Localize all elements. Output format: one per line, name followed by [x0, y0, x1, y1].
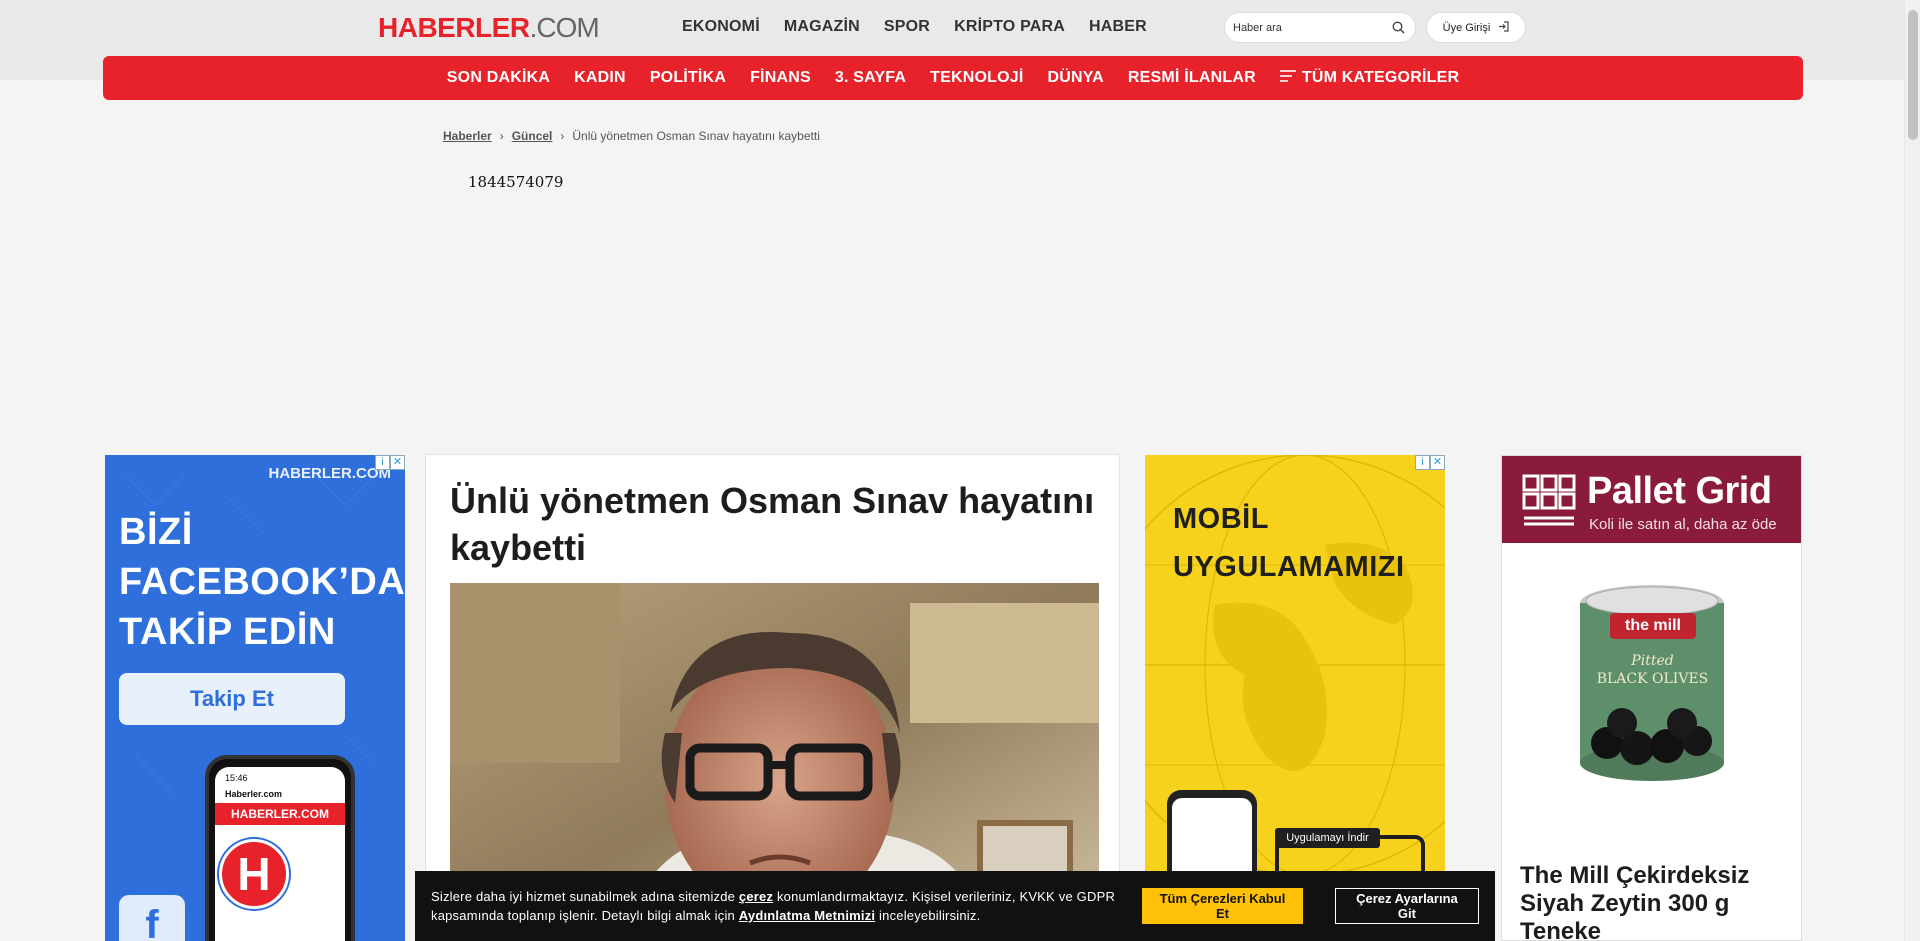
logo-suffix: .COM	[529, 12, 600, 43]
cookie-message: Sizlere daha iyi hizmet sunabilmek adına…	[431, 887, 1124, 925]
app-ad-headline-line: UYGULAMAMIZI	[1173, 551, 1405, 583]
product-brand-label: the mill	[1610, 613, 1696, 639]
category-politika[interactable]: POLİTİKA	[650, 69, 726, 87]
article-card: Ünlü yönetmen Osman Sınav hayatını kaybe…	[425, 454, 1120, 941]
cookie-text: Sizlere daha iyi hizmet sunabilmek adına…	[431, 889, 739, 904]
cookie-link[interactable]: çerez	[739, 889, 773, 904]
login-label: Üye Girişi	[1442, 21, 1491, 34]
breadcrumb-home[interactable]: Haberler	[443, 129, 492, 143]
pallet-brand: Pallet Grid	[1587, 470, 1772, 512]
ad-info-icon[interactable]: i	[375, 455, 390, 470]
top-nav: EKONOMİ MAGAZİN SPOR KRİPTO PARA HABER	[682, 18, 1147, 36]
ad-brand: HABERLER.COM	[268, 465, 392, 482]
product-label-line: BLACK OLIVES	[1596, 671, 1709, 687]
product-label-line: Pitted	[1631, 653, 1674, 669]
category-3-sayfa[interactable]: 3. SAYFA	[835, 69, 906, 87]
ad-close-icon[interactable]: ✕	[390, 455, 405, 470]
top-nav-magazin[interactable]: MAGAZİN	[784, 18, 860, 36]
all-categories-button[interactable]: TÜM KATEGORİLER	[1279, 69, 1460, 87]
ad-headline-line: FACEBOOK’DA	[119, 561, 405, 603]
breadcrumb: Haberler › Güncel › Ünlü yönetmen Osman …	[443, 129, 820, 143]
category-resmi-ilanlar[interactable]: RESMİ İLANLAR	[1128, 69, 1256, 87]
product-image[interactable]: the mill Pitted BLACK OLIVES	[1502, 543, 1801, 813]
pallet-tagline: Koli ile satın al, daha az öde	[1589, 516, 1777, 533]
phone-url: Haberler.com	[225, 789, 283, 799]
ad-headline-line: BİZİ	[119, 511, 193, 553]
ad-info-icon[interactable]: i	[1415, 455, 1430, 470]
article-title: Ünlü yönetmen Osman Sınav hayatını kaybe…	[450, 480, 1095, 568]
cookie-text: inceleyebilirsiniz.	[875, 908, 981, 923]
app-ad-headline-line: MOBİL	[1173, 503, 1269, 535]
ad-choices[interactable]: i ✕	[1415, 455, 1445, 470]
all-categories-label: TÜM KATEGORİLER	[1301, 69, 1460, 86]
phone-time: 15:46	[225, 773, 248, 783]
top-nav-ekonomi[interactable]: EKONOMİ	[682, 18, 760, 36]
menu-icon	[1279, 69, 1296, 87]
search-icon[interactable]	[1391, 21, 1405, 35]
login-icon	[1498, 20, 1509, 35]
product-title[interactable]: The Mill Çekirdeksiz Siyah Zeytin 300 g …	[1520, 862, 1790, 940]
breadcrumb-current: Ünlü yönetmen Osman Sınav hayatını kaybe…	[572, 129, 820, 143]
app-download-label[interactable]: Uygulamayı İndir	[1275, 828, 1380, 848]
category-dunya[interactable]: DÜNYA	[1047, 69, 1103, 87]
search-box	[1224, 12, 1416, 43]
ad-headline: BİZİ FACEBOOK’DA TAKİP EDİN	[119, 507, 405, 657]
cookie-settings-button[interactable]: Çerez Ayarlarına Git	[1334, 888, 1479, 924]
top-nav-spor[interactable]: SPOR	[884, 18, 930, 36]
scrollbar-thumb[interactable]	[1908, 10, 1918, 140]
pallet-ad-header: Pallet Grid Koli ile satın al, daha az ö…	[1502, 456, 1801, 543]
pallet-grid-logo-icon	[1522, 474, 1576, 526]
ad-close-icon[interactable]: ✕	[1430, 455, 1445, 470]
follow-button[interactable]: Takip Et	[119, 673, 345, 725]
category-teknoloji[interactable]: TEKNOLOJİ	[930, 69, 1023, 87]
category-son-dakika[interactable]: SON DAKİKA	[447, 69, 550, 87]
breadcrumb-section[interactable]: Güncel	[512, 129, 553, 143]
login-button[interactable]: Üye Girişi	[1426, 12, 1526, 43]
chevron-right-icon: ›	[560, 129, 565, 143]
category-nav: SON DAKİKA KADIN POLİTİKA FİNANS 3. SAYF…	[103, 56, 1803, 100]
search-input[interactable]	[1233, 21, 1383, 34]
phone-brand-bar: HABERLER.COM	[215, 803, 345, 825]
category-finans[interactable]: FİNANS	[750, 69, 811, 87]
top-nav-haber[interactable]: HABER	[1089, 18, 1147, 36]
logo-main: HABERLER	[378, 12, 530, 43]
page-scrollbar[interactable]	[1904, 0, 1920, 941]
pallet-grid-ad[interactable]: Pallet Grid Koli ile satın al, daha az ö…	[1501, 455, 1802, 941]
phone-mockup: 15:46 Haberler.com HABERLER.COM H	[205, 755, 355, 941]
ad-choices[interactable]: i ✕	[375, 455, 405, 470]
site-logo[interactable]: HABERLER .COM	[378, 12, 600, 44]
category-kadin[interactable]: KADIN	[574, 69, 626, 87]
cookie-banner: Sizlere daha iyi hizmet sunabilmek adına…	[415, 871, 1495, 941]
mobile-app-ad[interactable]: MOBİL UYGULAMAMIZI Uygulamayı İndir i ✕	[1145, 455, 1445, 941]
ad-headline-line: TAKİP EDİN	[119, 611, 336, 653]
facebook-follow-ad[interactable]: HABERLER.COM BİZİ FACEBOOK’DA TAKİP EDİN…	[105, 455, 405, 941]
ad-slot-id: 1844574079	[468, 173, 564, 191]
accept-all-cookies-button[interactable]: Tüm Çerezleri Kabul Et	[1142, 888, 1303, 924]
privacy-notice-link[interactable]: Aydınlatma Metnimizi	[739, 908, 875, 923]
app-ad-headline: MOBİL UYGULAMAMIZI	[1173, 495, 1405, 591]
chevron-right-icon: ›	[499, 129, 504, 143]
haberler-h-logo: H	[219, 839, 289, 909]
top-nav-kripto-para[interactable]: KRİPTO PARA	[954, 18, 1065, 36]
facebook-icon: f	[119, 895, 185, 941]
